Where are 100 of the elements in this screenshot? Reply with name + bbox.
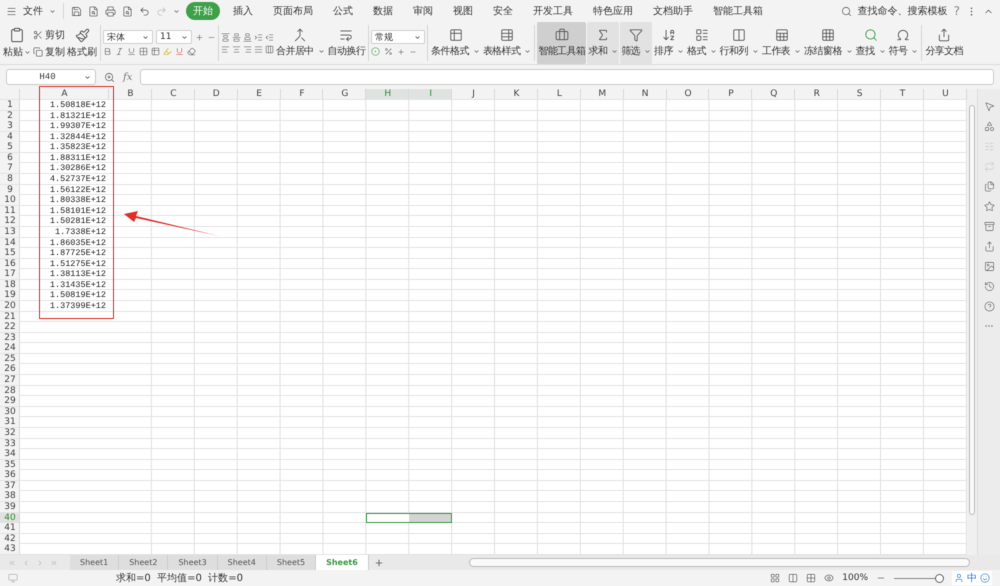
row-header[interactable]: 33 (0, 438, 20, 448)
font-size-field[interactable]: 11 (156, 30, 192, 44)
column-header[interactable]: R (795, 89, 838, 99)
distribute-icon[interactable] (265, 44, 274, 54)
copy-icon[interactable] (33, 46, 43, 56)
star-icon[interactable] (984, 201, 994, 212)
paste-button[interactable]: 粘贴 (3, 45, 23, 59)
ribbon-tab[interactable]: 插入 (226, 2, 260, 20)
archive-icon[interactable] (984, 221, 994, 232)
list-icon[interactable] (694, 28, 709, 42)
column-header[interactable]: T (881, 89, 924, 99)
outdent-icon[interactable] (265, 32, 274, 42)
name-box[interactable]: H40 (6, 69, 96, 85)
row-header[interactable]: 38 (0, 491, 20, 502)
column-header[interactable]: U (924, 89, 967, 99)
emoji-icon[interactable] (980, 573, 990, 583)
save-icon[interactable] (71, 6, 82, 16)
row-header[interactable]: 42 (0, 534, 20, 544)
ribbon-button[interactable]: 排序 (653, 22, 685, 64)
row-header[interactable]: 17 (0, 269, 20, 280)
align-bottom-icon[interactable] (243, 32, 252, 42)
clear-icon[interactable] (187, 47, 196, 56)
omega-icon[interactable] (896, 28, 910, 42)
row-header[interactable]: 41 (0, 523, 20, 534)
clipboard-icon[interactable] (9, 27, 25, 43)
ribbon-tab[interactable]: 特色应用 (586, 2, 640, 20)
column-header[interactable]: B (109, 89, 152, 99)
share-icon[interactable] (984, 241, 994, 252)
row-header[interactable]: 32 (0, 428, 20, 438)
grow-font-icon[interactable] (195, 32, 204, 42)
column-header[interactable]: S (838, 89, 882, 99)
search-icon[interactable] (864, 28, 878, 42)
row-header[interactable]: 27 (0, 375, 20, 386)
row-header[interactable]: 25 (0, 354, 20, 364)
search-icon[interactable] (840, 6, 852, 16)
row-header[interactable]: 39 (0, 502, 20, 512)
column-header[interactable]: J (452, 89, 496, 99)
ribbon-tab[interactable]: 安全 (486, 2, 520, 20)
row-header[interactable]: 34 (0, 449, 20, 460)
sheet-tab[interactable]: Sheet3 (168, 555, 218, 570)
indent-icon[interactable] (254, 32, 263, 42)
sheet-tab[interactable]: Sheet5 (266, 555, 316, 570)
files-icon[interactable] (984, 181, 994, 192)
sheet-tab[interactable]: Sheet1 (70, 555, 120, 570)
zoom-icon[interactable] (104, 72, 115, 82)
sheet-icon[interactable] (774, 28, 788, 42)
ribbon-button[interactable]: 智能工具箱 (537, 22, 586, 64)
number-format-field[interactable]: 常规 (371, 30, 426, 44)
print-icon[interactable] (105, 6, 116, 16)
row-header[interactable]: 11 (0, 206, 20, 216)
share-icon[interactable] (937, 28, 952, 42)
cell-style-icon[interactable] (151, 47, 160, 56)
align-center-icon[interactable] (232, 44, 241, 54)
ribbon-tab[interactable]: 审阅 (406, 2, 440, 20)
ribbon-button[interactable]: 行和列 (718, 22, 760, 64)
row-header[interactable]: 13 (0, 226, 20, 237)
ribbon-button[interactable]: 分享文档 (924, 22, 964, 64)
fill-color-icon[interactable] (163, 47, 172, 56)
row-header[interactable]: 15 (0, 248, 20, 258)
ribbon-tab[interactable]: 视图 (446, 2, 480, 20)
image-icon[interactable] (984, 261, 994, 272)
column-header[interactable]: F (280, 89, 324, 99)
scrollbar-thumb[interactable] (969, 105, 975, 515)
ribbon-button[interactable]: 筛选 (620, 22, 652, 64)
column-header[interactable]: O (666, 89, 710, 99)
row-header[interactable]: 23 (0, 332, 20, 343)
ribbon-tab[interactable]: 文档助手 (646, 2, 700, 20)
row-header[interactable]: 28 (0, 386, 20, 396)
wrap-text-icon[interactable] (339, 28, 354, 42)
ribbon-button[interactable]: 求和 (587, 22, 620, 64)
page-break-view-icon[interactable] (788, 573, 798, 583)
row-header[interactable]: 5 (0, 142, 20, 152)
column-header[interactable]: A (20, 89, 109, 99)
history-icon[interactable] (984, 281, 994, 292)
column-header[interactable]: G (323, 89, 366, 99)
sheet-tab[interactable]: Sheet4 (218, 555, 267, 570)
row-header[interactable]: 30 (0, 406, 20, 417)
column-header[interactable]: K (495, 89, 538, 99)
cut-button[interactable]: 剪切 (45, 28, 65, 42)
currency-icon[interactable] (371, 47, 380, 56)
copy-button[interactable]: 复制 (45, 44, 65, 58)
column-header[interactable]: E (238, 89, 281, 99)
row-header[interactable]: 37 (0, 480, 20, 491)
file-menu[interactable]: 文件 (23, 4, 43, 18)
ribbon-tab[interactable]: 数据 (366, 2, 400, 20)
table-icon[interactable] (448, 28, 463, 42)
row-header[interactable]: 12 (0, 216, 20, 226)
row-header[interactable]: 24 (0, 343, 20, 354)
format-painter-button[interactable]: 格式刷 (67, 44, 97, 58)
formula-input[interactable] (140, 69, 994, 85)
zoom-slider-thumb[interactable] (935, 574, 944, 582)
ribbon-tab[interactable]: 智能工具箱 (706, 2, 770, 20)
row-header[interactable]: 7 (0, 163, 20, 174)
justify-icon[interactable] (254, 44, 263, 54)
row-header[interactable]: 8 (0, 174, 20, 184)
wrap-text-button[interactable]: 自动换行 (328, 44, 366, 58)
row-header[interactable]: 4 (0, 132, 20, 142)
column-header[interactable]: P (709, 89, 752, 99)
pointer-icon[interactable] (984, 101, 994, 112)
reading-mode-icon[interactable] (824, 573, 834, 583)
